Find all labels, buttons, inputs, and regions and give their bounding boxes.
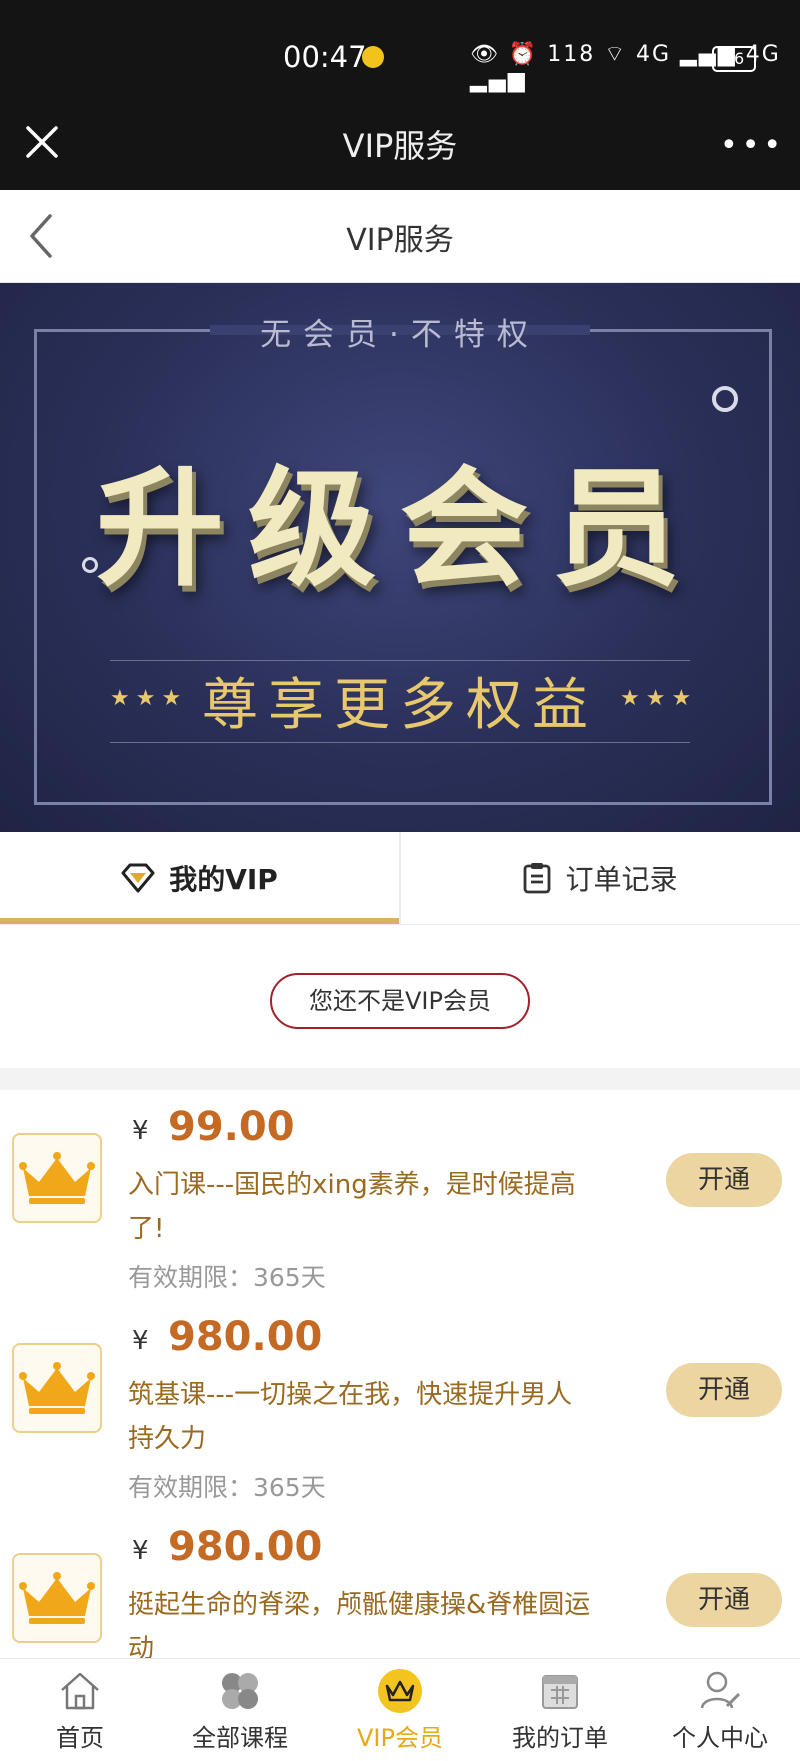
nav-profile[interactable]: 个人中心 [640,1664,800,1760]
nav-all-courses[interactable]: 全部课程 [160,1664,320,1760]
crown-icon [19,1572,95,1624]
tab-my-vip[interactable]: 我的VIP [0,832,399,924]
nav-label: 全部课程 [192,1724,288,1752]
page-title: VIP服务 [346,223,454,258]
currency-symbol: ¥ [132,1326,149,1356]
banner-divider [110,742,690,743]
plan-validity: 有效期限：365天 [128,1263,326,1292]
home-icon [61,1672,99,1710]
banner-headline: 升级会员 [95,455,704,604]
window-title: VIP服务 [342,127,458,165]
crown-icon [19,1152,95,1204]
diamond-icon [121,863,155,893]
tab-label: 订单记录 [565,863,678,896]
plan-validity: 有效期限：365天 [128,1473,326,1502]
open-button[interactable]: 开通 [666,1573,782,1627]
plan-thumbnail [12,1553,102,1643]
open-button[interactable]: 开通 [666,1363,782,1417]
more-icon[interactable]: ••• [720,128,785,163]
plan-title: 筑基课---一切操之在我，快速提升男人持久力 [128,1380,573,1454]
nav-my-orders[interactable]: 我的订单 [480,1664,640,1760]
calendar-icon [542,1675,578,1709]
currency-symbol: ¥ [132,1536,149,1566]
nav-label: 首页 [56,1724,104,1752]
nav-home[interactable]: 首页 [0,1664,160,1760]
crown-icon [19,1362,95,1414]
person-icon [700,1671,741,1709]
plan-price: 980.00 [168,1524,323,1570]
emoji-icon [362,46,384,68]
clover-icon [222,1673,258,1709]
ring-decoration [712,386,738,412]
plan-title: 入门课---国民的xing素养，是时候提高了! [128,1170,576,1244]
battery-icon: 36 [712,46,756,72]
tab-indicator [0,918,399,924]
stars-icon: ★★★ [620,686,698,711]
status-time: 00:47 [283,40,367,74]
open-button[interactable]: 开通 [666,1153,782,1207]
clipboard-icon [524,863,551,894]
nav-vip[interactable]: VIP会员 [320,1664,480,1760]
crown-icon [378,1669,422,1713]
nav-label: VIP会员 [357,1724,443,1752]
plan-title: 挺起生命的脊梁，颅骶健康操&脊椎圆运动 [128,1590,591,1658]
plan-thumbnail [12,1343,102,1433]
nav-label: 我的订单 [512,1724,608,1752]
plan-price: 980.00 [168,1314,323,1360]
currency-symbol: ¥ [132,1116,149,1146]
tab-order-records[interactable]: 订单记录 [401,832,800,924]
nav-label: 个人中心 [672,1724,768,1752]
section-gap [0,1068,800,1090]
tab-label: 我的VIP [169,863,278,896]
banner-tagline: 无会员·不特权 [260,317,540,353]
plan-thumbnail [12,1133,102,1223]
membership-status-badge: 您还不是VIP会员 [270,973,530,1029]
plan-price: 99.00 [168,1104,295,1150]
